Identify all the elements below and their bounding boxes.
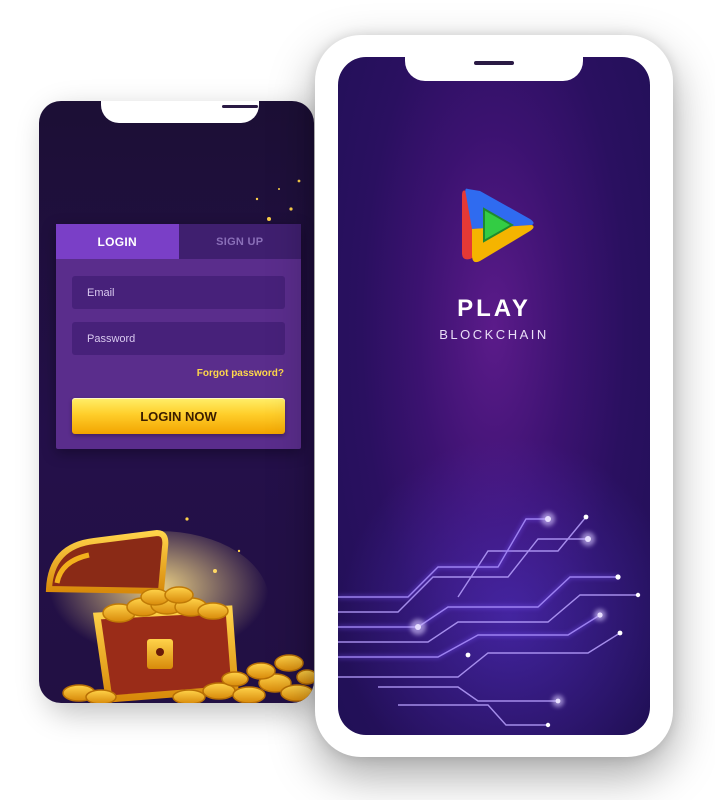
splash-phone: PLAY BLOCKCHAIN [315,35,673,757]
email-field[interactable]: Email [72,276,285,309]
speaker [474,61,514,65]
treasure-chest-icon [45,529,314,703]
splash-screen: PLAY BLOCKCHAIN [338,57,650,735]
app-subtitle: BLOCKCHAIN [439,327,549,342]
password-field[interactable]: Password [72,322,285,355]
app-title: PLAY [457,295,531,322]
login-form-card: LOGIN SIGN UP Email Password Forgot pass… [56,224,301,449]
forgot-password-link[interactable]: Forgot password? [197,368,284,379]
login-now-button[interactable]: LOGIN NOW [72,398,285,434]
login-phone: LOGIN SIGN UP Email Password Forgot pass… [39,101,314,703]
tab-login[interactable]: LOGIN [56,224,179,259]
auth-tabs: LOGIN SIGN UP [56,224,301,259]
tab-signup[interactable]: SIGN UP [178,224,301,259]
circuit-lines-graphic [338,512,641,728]
play-logo-icon [462,188,534,263]
